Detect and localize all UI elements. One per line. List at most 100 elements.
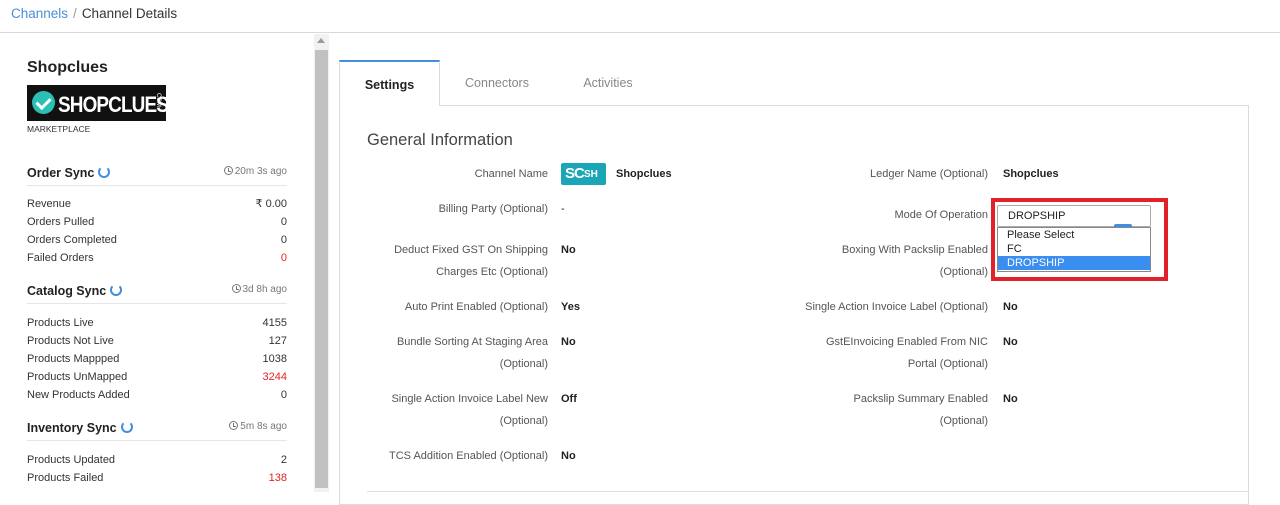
- stat-label: Revenue: [27, 198, 72, 210]
- stat-value: 0: [280, 234, 287, 246]
- mode-of-operation-label: Mode Of Operation: [894, 209, 988, 221]
- tab-connectors[interactable]: Connectors: [447, 60, 547, 106]
- breadcrumb-separator: /: [73, 6, 77, 21]
- inventory-sync-section: Inventory Sync 5m 8s ago Products Update…: [27, 419, 287, 487]
- sync-icon[interactable]: [98, 166, 111, 178]
- channel-name-value: Shopclues: [616, 168, 672, 180]
- channel-name-heading: Shopclues: [27, 59, 108, 76]
- scroll-thumb[interactable]: [315, 50, 328, 488]
- single-action-new-label: Single Action Invoice Label New: [391, 393, 548, 405]
- section-title: Inventory Sync: [27, 421, 117, 435]
- tab-activities[interactable]: Activities: [559, 60, 657, 106]
- check-icon: [32, 91, 55, 114]
- bundle-sorting-label-2: (Optional): [499, 358, 548, 370]
- channel-logo: SHOPCLUES COM: [27, 85, 169, 121]
- boxing-packslip-label: Boxing With Packslip Enabled: [841, 244, 988, 256]
- stat-label: Products Updated: [27, 454, 116, 466]
- stat-label: Products Failed: [27, 472, 104, 484]
- option-dropship[interactable]: DROPSHIP: [998, 256, 1150, 270]
- stat-row: Orders Completed 0: [27, 231, 287, 249]
- tab-settings[interactable]: Settings: [339, 60, 440, 106]
- last-sync-text: 5m 8s ago: [240, 421, 287, 432]
- billing-party-label: Billing Party (Optional): [438, 203, 548, 215]
- stat-label: Orders Completed: [27, 234, 117, 246]
- stat-row: Orders Pulled 0: [27, 213, 287, 231]
- stat-label: New Products Added: [27, 389, 130, 401]
- channel-sidebar: Shopclues SHOPCLUES COM MARKETPLACE Orde…: [0, 34, 314, 492]
- deduct-gst-label-2: Charges Etc (Optional): [436, 266, 548, 278]
- stat-row: Products UnMapped 3244: [27, 368, 287, 386]
- logo-suffix: COM: [155, 93, 161, 107]
- stat-value: 3244: [262, 371, 287, 383]
- ledger-name-label: Ledger Name (Optional): [869, 168, 988, 180]
- logo-text: SHOPCLUES: [58, 92, 169, 117]
- stat-row: Products Failed 138: [27, 469, 287, 487]
- stat-row: Products Not Live 127: [27, 332, 287, 350]
- breadcrumb-channels-link[interactable]: Channels: [11, 6, 68, 21]
- stat-value: 4155: [262, 317, 287, 329]
- stat-row: Products Live 4155: [27, 314, 287, 332]
- option-fc[interactable]: FC: [998, 242, 1150, 256]
- breadcrumb: Channels / Channel Details: [11, 6, 177, 21]
- stat-row: Products Mappped 1038: [27, 350, 287, 368]
- packslip-summary-label-2: (Optional): [939, 415, 988, 427]
- stat-row: Revenue ₹ 0.00: [27, 195, 287, 213]
- bundle-sorting-value: No: [561, 336, 576, 348]
- last-sync-time: 5m 8s ago: [229, 421, 287, 432]
- sidebar-scrollbar[interactable]: [314, 34, 329, 492]
- last-sync-text: 20m 3s ago: [234, 166, 287, 177]
- gst-einvoicing-label: GstEInvoicing Enabled From NIC: [825, 336, 988, 348]
- bundle-sorting-label: Bundle Sorting At Staging Area: [396, 336, 548, 348]
- stat-value: 0: [280, 252, 287, 264]
- section-header: Order Sync 20m 3s ago: [27, 164, 287, 186]
- single-action-invoice-label: Single Action Invoice Label (Optional): [805, 301, 988, 313]
- tcs-addition-label: TCS Addition Enabled (Optional): [389, 450, 548, 462]
- stat-label: Products Not Live: [27, 335, 114, 347]
- stat-label: Products Mappped: [27, 353, 120, 365]
- gst-einvoicing-label-2: Portal (Optional): [907, 358, 988, 370]
- clock-icon: [223, 166, 233, 175]
- stat-row: New Products Added 0: [27, 386, 287, 404]
- channel-name-label: Channel Name: [474, 168, 548, 180]
- tcs-addition-value: No: [561, 450, 576, 462]
- single-action-invoice-value: No: [1003, 301, 1018, 313]
- channel-type: MARKETPLACE: [27, 124, 91, 134]
- option-please-select[interactable]: Please Select: [998, 228, 1150, 242]
- last-sync-text: 3d 8h ago: [242, 284, 288, 295]
- packslip-summary-label: Packslip Summary Enabled: [853, 393, 988, 405]
- badge-text: SC: [565, 165, 585, 182]
- auto-print-value: Yes: [561, 301, 580, 313]
- last-sync-time: 3d 8h ago: [231, 284, 288, 295]
- breadcrumb-current: Channel Details: [81, 6, 178, 21]
- boxing-packslip-label-2: (Optional): [939, 266, 988, 278]
- channel-badge: SC SH: [561, 163, 606, 185]
- single-action-new-value: Off: [561, 393, 577, 405]
- order-sync-section: Order Sync 20m 3s ago Revenue ₹ 0.00 Orde…: [27, 164, 287, 267]
- section-header: Catalog Sync 3d 8h ago: [27, 282, 287, 304]
- auto-print-label: Auto Print Enabled (Optional): [404, 301, 548, 313]
- stat-label: Products UnMapped: [27, 371, 128, 383]
- ledger-name-value: Shopclues: [1003, 168, 1059, 180]
- sync-icon[interactable]: [110, 284, 123, 296]
- stat-value: 138: [268, 472, 287, 484]
- last-sync-time: 20m 3s ago: [223, 166, 287, 177]
- stat-value: 0: [280, 389, 287, 401]
- section-title: General Information: [367, 131, 513, 149]
- scroll-up-arrow-icon[interactable]: [317, 38, 325, 43]
- stat-row: Products Updated 2: [27, 451, 287, 469]
- section-title: Catalog Sync: [27, 284, 107, 298]
- mode-of-operation-dropdown: Please Select FC DROPSHIP: [997, 227, 1151, 272]
- stat-value: 2: [280, 454, 287, 466]
- clock-icon: [231, 284, 241, 293]
- stat-label: Products Live: [27, 317, 94, 329]
- billing-party-value: -: [561, 203, 565, 215]
- stat-value: 1038: [262, 353, 287, 365]
- stat-label: Failed Orders: [27, 252, 94, 264]
- sync-icon[interactable]: [120, 421, 133, 433]
- top-bar: Channels / Channel Details: [0, 0, 1280, 33]
- catalog-sync-section: Catalog Sync 3d 8h ago Products Live 4155…: [27, 282, 287, 404]
- stat-label: Orders Pulled: [27, 216, 95, 228]
- stat-row: Failed Orders 0: [27, 249, 287, 267]
- stat-value: 127: [268, 335, 287, 347]
- stat-value: 0: [280, 216, 287, 228]
